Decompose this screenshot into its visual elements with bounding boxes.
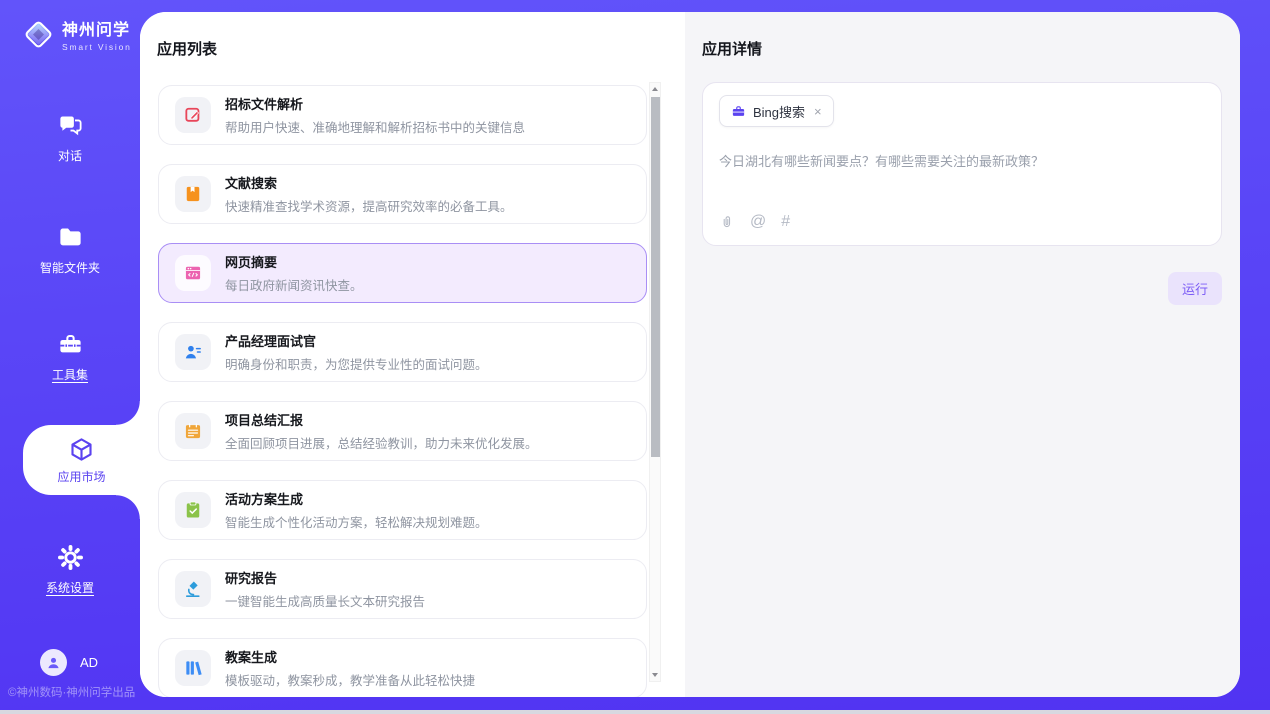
app-description: 一键智能生成高质量长文本研究报告	[225, 591, 425, 610]
user-name: AD	[80, 655, 98, 670]
sidebar-item-toolset[interactable]: 工具集	[0, 331, 140, 383]
sidebar-item-label: 智能文件夹	[0, 259, 140, 276]
chat-icon	[57, 112, 84, 139]
app-icon-tile	[175, 176, 211, 212]
app-name: 文献搜索	[225, 173, 513, 192]
app-card-event-plan[interactable]: 活动方案生成 智能生成个性化活动方案，轻松解决规划难题。	[158, 480, 647, 540]
paperclip-icon[interactable]	[719, 214, 735, 230]
app-card-bid-document-parse[interactable]: 招标文件解析 帮助用户快速、准确地理解和解析招标书中的关键信息	[158, 85, 647, 145]
app-description: 模板驱动，教案秒成，教学准备从此轻松快捷	[225, 670, 475, 689]
browser-icon	[183, 263, 203, 283]
book-icon	[183, 184, 203, 204]
app-detail-title: 应用详情	[702, 38, 762, 59]
app-name: 项目总结汇报	[225, 410, 538, 429]
app-description: 全面回顾项目进展，总结经验教训，助力未来优化发展。	[225, 433, 538, 452]
document-edit-icon	[183, 105, 203, 125]
scroll-down-button[interactable]	[650, 668, 660, 681]
query-text[interactable]: 今日湖北有哪些新闻要点？有哪些需要关注的最新政策？	[719, 151, 1205, 170]
sidebar-item-app-market[interactable]: 应用市场	[23, 425, 140, 495]
app-name: 教案生成	[225, 647, 475, 666]
sidebar: 神州问学 Smart Vision 对话 智能文件夹	[0, 0, 140, 710]
briefcase-icon	[731, 104, 746, 119]
app-description: 帮助用户快速、准确地理解和解析招标书中的关键信息	[225, 117, 525, 136]
toolbox-icon	[57, 331, 84, 358]
hash-icon[interactable]: #	[781, 213, 790, 231]
app-card-literature-search[interactable]: 文献搜索 快速精准查找学术资源，提高研究效率的必备工具。	[158, 164, 647, 224]
app-icon-tile	[175, 255, 211, 291]
run-button[interactable]: 运行	[1168, 272, 1222, 305]
query-input-card[interactable]: Bing搜索 × 今日湖北有哪些新闻要点？有哪些需要关注的最新政策？ @ #	[702, 82, 1222, 246]
sidebar-item-chat[interactable]: 对话	[0, 112, 140, 164]
app-name: 招标文件解析	[225, 94, 525, 113]
attachment-toolbar: @ #	[719, 213, 790, 231]
at-icon[interactable]: @	[750, 213, 766, 231]
app-frame: 神州问学 Smart Vision 对话 智能文件夹	[0, 0, 1270, 710]
app-icon-tile	[175, 413, 211, 449]
app-list-title: 应用列表	[157, 38, 217, 59]
tab-curve-bottom	[116, 495, 140, 519]
sidebar-item-label: 工具集	[0, 366, 140, 383]
calendar-icon	[183, 421, 203, 441]
sidebar-item-label: 应用市场	[23, 468, 140, 485]
app-description: 智能生成个性化活动方案，轻松解决规划难题。	[225, 512, 488, 531]
app-name: 研究报告	[225, 568, 425, 587]
diamond-logo-icon	[22, 18, 55, 51]
app-card-project-summary[interactable]: 项目总结汇报 全面回顾项目进展，总结经验教训，助力未来优化发展。	[158, 401, 647, 461]
scroll-up-button[interactable]	[650, 83, 660, 96]
app-card-research-report[interactable]: 研究报告 一键智能生成高质量长文本研究报告	[158, 559, 647, 619]
app-icon-tile	[175, 334, 211, 370]
tool-tag-bing-search[interactable]: Bing搜索 ×	[719, 95, 834, 127]
copyright-text: ©神州数码·神州问学出品	[8, 684, 135, 700]
app-detail-panel: 应用详情 Bing搜索 × 今日湖北有哪些新闻要点？有哪些需要关注的最新政策？	[685, 12, 1240, 697]
brand-subtitle: Smart Vision	[62, 42, 132, 52]
run-row: 运行	[702, 272, 1222, 305]
avatar	[40, 649, 67, 676]
books-icon	[183, 658, 203, 678]
brand-logo: 神州问学 Smart Vision	[22, 16, 132, 52]
tool-tag-label: Bing搜索	[753, 102, 805, 121]
list-scrollbar[interactable]	[649, 82, 661, 682]
interviewer-icon	[183, 342, 203, 362]
app-card-list: 招标文件解析 帮助用户快速、准确地理解和解析招标书中的关键信息 文献搜索 快速精…	[158, 85, 647, 697]
app-card-lesson-plan[interactable]: 教案生成 模板驱动，教案秒成，教学准备从此轻松快捷	[158, 638, 647, 697]
app-name: 活动方案生成	[225, 489, 488, 508]
app-name: 网页摘要	[225, 252, 363, 271]
app-icon-tile	[175, 650, 211, 686]
app-description: 快速精准查找学术资源，提高研究效率的必备工具。	[225, 196, 513, 215]
close-icon[interactable]: ×	[814, 105, 822, 118]
sidebar-item-settings[interactable]: 系统设置	[0, 544, 140, 596]
app-icon-tile	[175, 97, 211, 133]
scrollbar-thumb[interactable]	[651, 97, 660, 457]
folder-icon	[57, 224, 84, 251]
tab-curve-top	[116, 401, 140, 425]
app-card-pm-interviewer[interactable]: 产品经理面试官 明确身份和职责，为您提供专业性的面试问题。	[158, 322, 647, 382]
sidebar-item-label: 对话	[0, 147, 140, 164]
microscope-icon	[183, 579, 203, 599]
main-content: 应用列表 招标文件解析 帮助用户快速、准确地理解和解析招标书中的关键信息	[140, 12, 1240, 697]
person-icon	[45, 654, 62, 671]
app-name: 产品经理面试官	[225, 331, 488, 350]
app-icon-tile	[175, 492, 211, 528]
clipboard-check-icon	[183, 500, 203, 520]
app-list-panel: 应用列表 招标文件解析 帮助用户快速、准确地理解和解析招标书中的关键信息	[140, 12, 685, 697]
app-description: 每日政府新闻资讯快查。	[225, 275, 363, 294]
app-icon-tile	[175, 571, 211, 607]
cube-icon	[68, 436, 95, 463]
app-description: 明确身份和职责，为您提供专业性的面试问题。	[225, 354, 488, 373]
sidebar-item-smart-folder[interactable]: 智能文件夹	[0, 224, 140, 276]
gear-icon	[57, 544, 84, 571]
brand-name: 神州问学	[62, 16, 132, 40]
user-account[interactable]: AD	[40, 649, 98, 676]
sidebar-item-label: 系统设置	[0, 579, 140, 596]
app-card-web-summary[interactable]: 网页摘要 每日政府新闻资讯快查。	[158, 243, 647, 303]
